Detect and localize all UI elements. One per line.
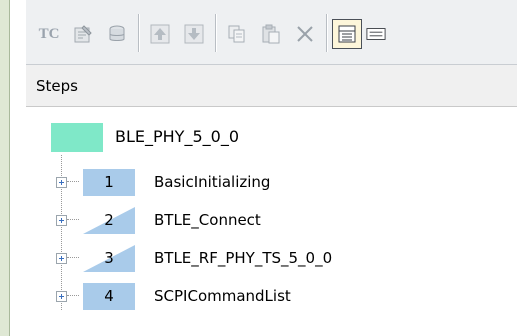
move-down-icon[interactable] [179, 19, 209, 49]
tree-item[interactable]: 2 BTLE_Connect [26, 205, 517, 235]
steps-tree: BLE_PHY_5_0_0 1 BasicInitializing 2 BTLE… [26, 107, 517, 336]
tree-connector [67, 257, 79, 259]
left-border-line [9, 0, 10, 336]
tree-connector [67, 181, 79, 183]
tc-icon[interactable]: TC [34, 19, 64, 49]
root-node-label[interactable]: BLE_PHY_5_0_0 [115, 127, 239, 146]
left-border-strip [0, 0, 9, 336]
step-label[interactable]: SCPICommandList [154, 287, 291, 305]
paste-icon[interactable] [256, 19, 286, 49]
table-view-icon[interactable] [332, 19, 362, 49]
steps-panel: TC Steps BLE_PHY_5_0_0 1 BasicInitializi… [26, 0, 517, 336]
step-number: 3 [104, 249, 114, 267]
root-node-color-box[interactable] [51, 123, 103, 152]
expand-icon[interactable] [56, 291, 67, 302]
copy-icon[interactable] [222, 19, 252, 49]
toolbar-separator [138, 14, 139, 52]
tree-item[interactable]: 4 SCPICommandList [26, 281, 517, 311]
tree-connector [67, 219, 79, 221]
list-view-icon[interactable] [366, 19, 386, 49]
expand-icon[interactable] [56, 177, 67, 188]
delete-icon[interactable] [290, 19, 320, 49]
tree-item[interactable]: 3 BTLE_RF_PHY_TS_5_0_0 [26, 243, 517, 273]
database-icon[interactable] [102, 19, 132, 49]
steps-header: Steps [26, 65, 517, 107]
tree-item[interactable]: 1 BasicInitializing [26, 167, 517, 197]
step-label[interactable]: BTLE_Connect [154, 211, 261, 229]
expand-icon[interactable] [56, 215, 67, 226]
toolbar-separator [326, 14, 327, 52]
expand-icon[interactable] [56, 253, 67, 264]
steps-header-label: Steps [36, 77, 78, 95]
step-number: 1 [104, 173, 114, 191]
properties-icon[interactable] [68, 19, 98, 49]
step-number: 4 [104, 287, 114, 305]
toolbar: TC [26, 0, 517, 65]
move-up-icon[interactable] [145, 19, 175, 49]
step-label[interactable]: BTLE_RF_PHY_TS_5_0_0 [154, 249, 332, 267]
step-label[interactable]: BasicInitializing [154, 173, 270, 191]
step-number: 2 [104, 211, 114, 229]
toolbar-separator [215, 14, 216, 52]
tree-connector [67, 295, 79, 297]
